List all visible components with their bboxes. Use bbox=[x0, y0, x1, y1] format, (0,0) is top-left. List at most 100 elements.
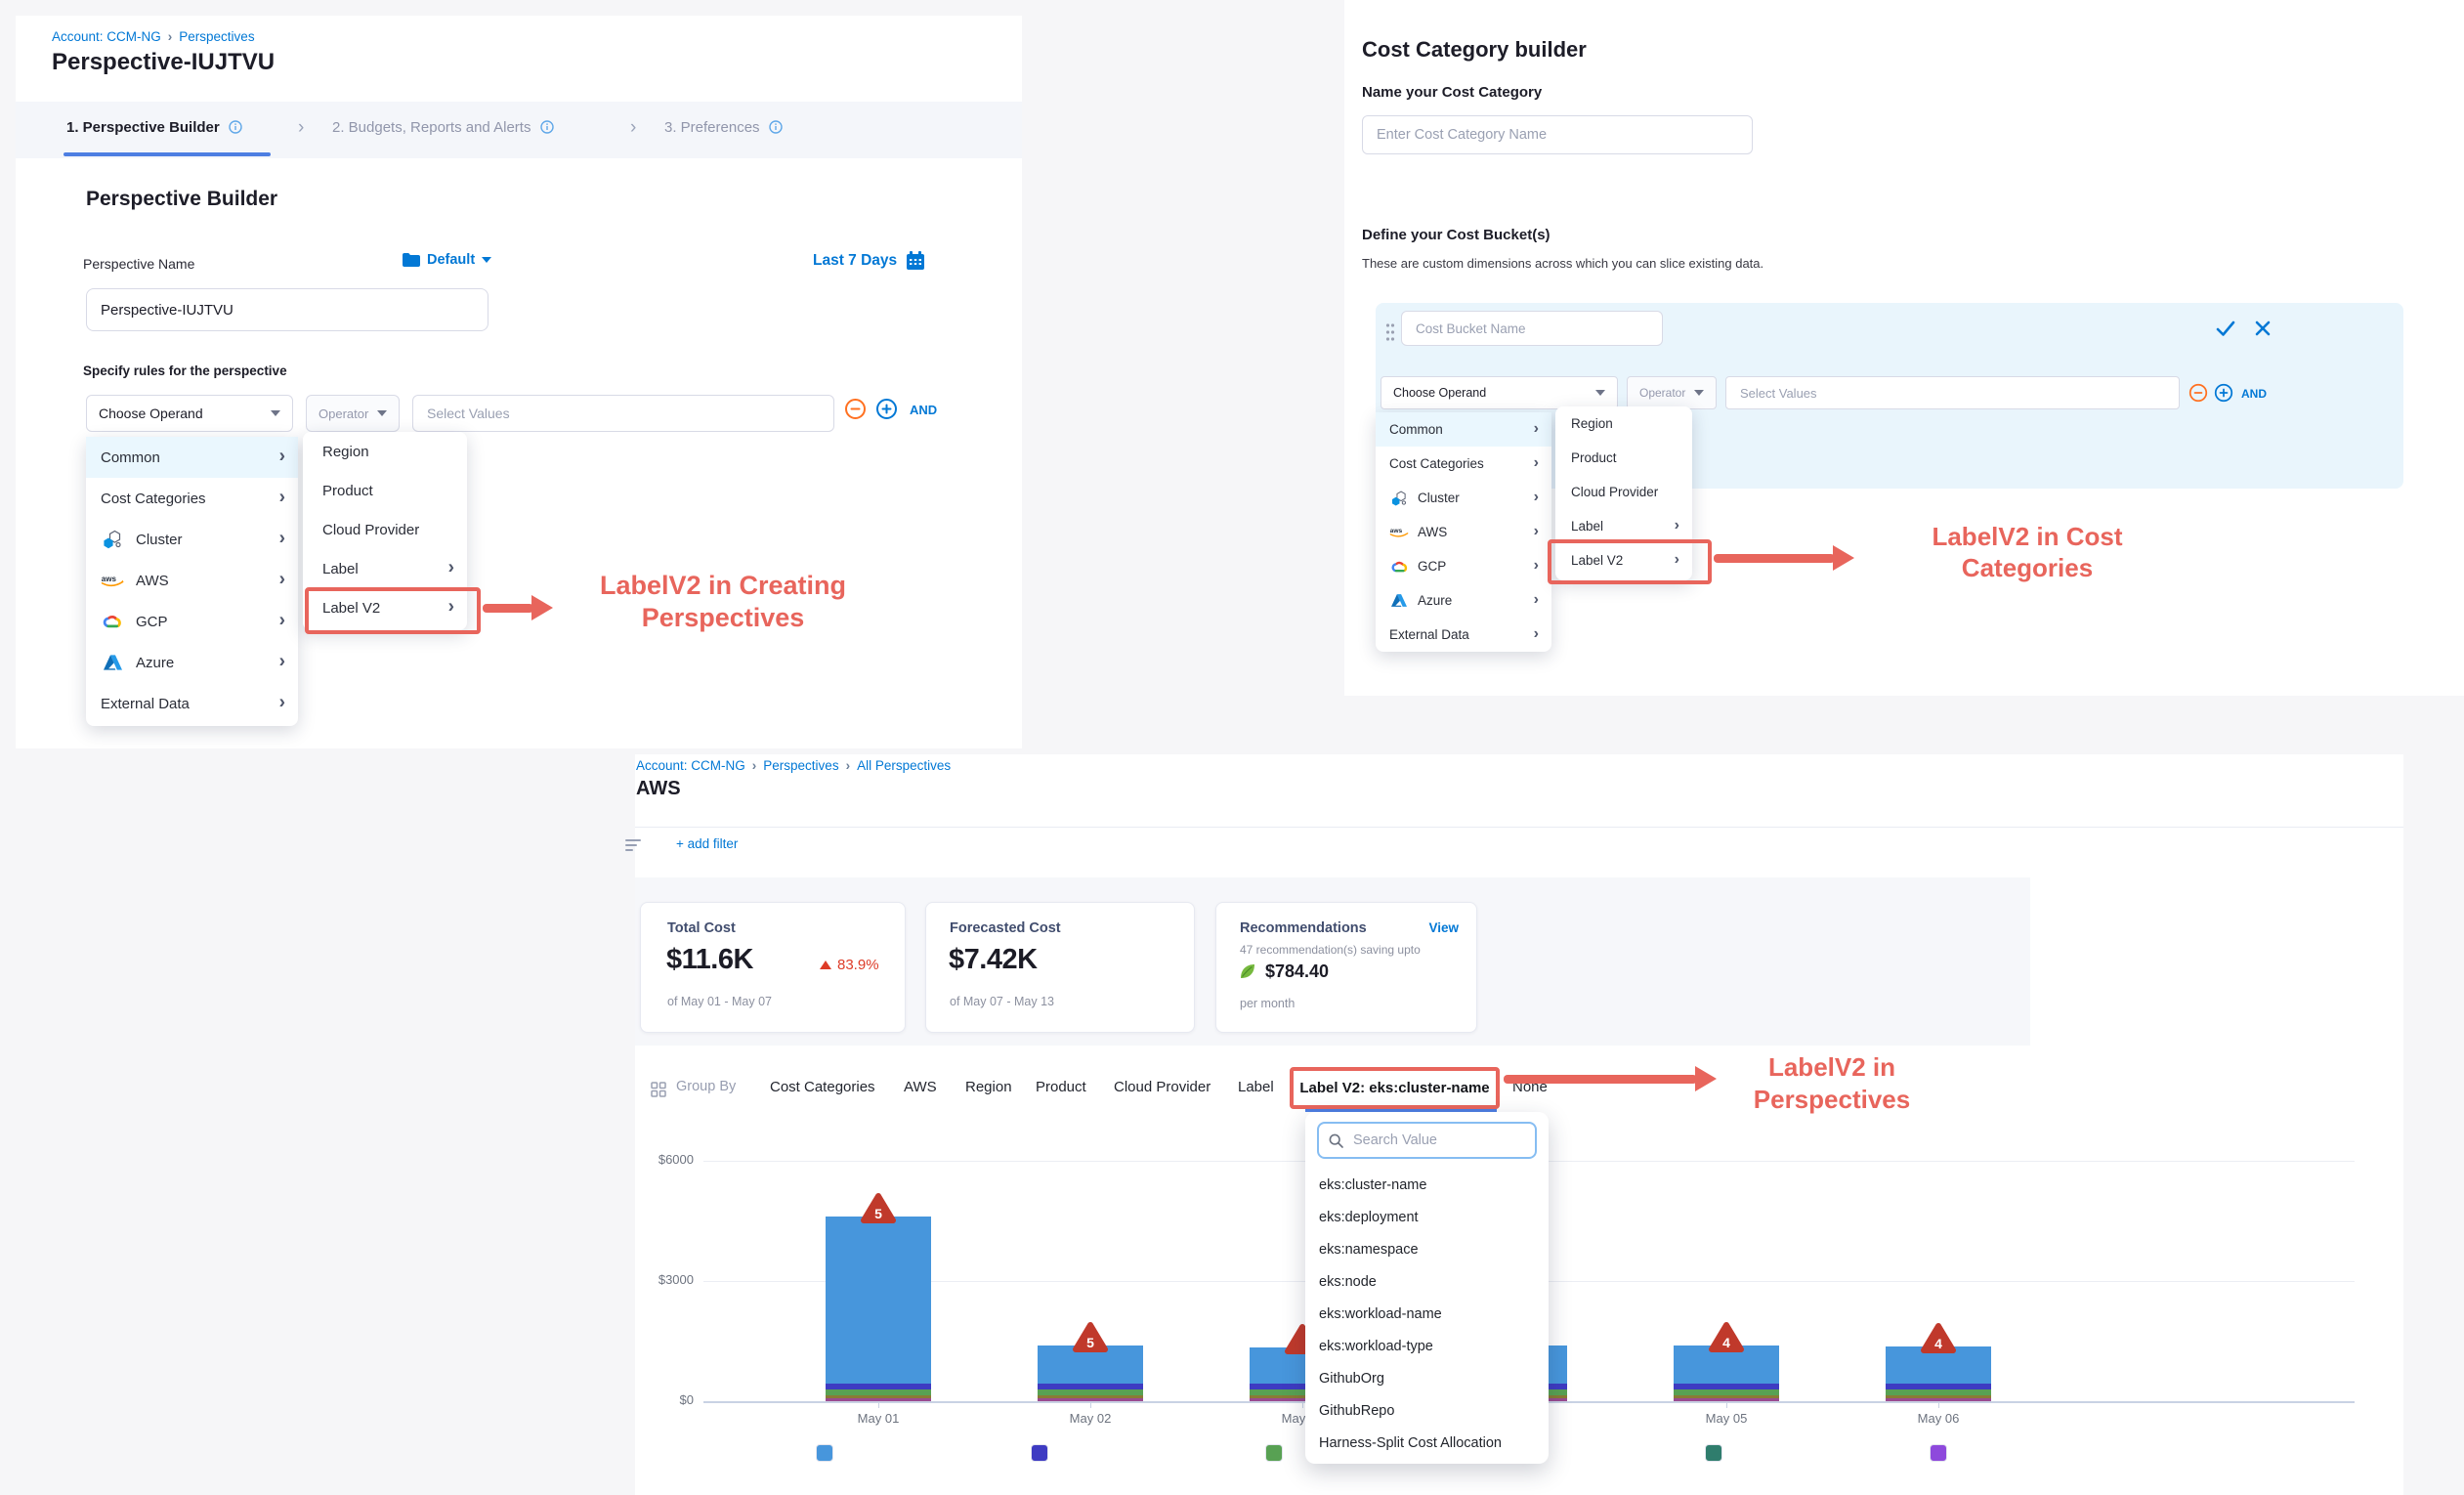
annotation-text: LabelV2 in Creating Perspectives bbox=[547, 570, 899, 634]
x-axis-tick bbox=[1090, 1401, 1091, 1408]
menu-item-gcp[interactable]: GCP› bbox=[86, 601, 298, 642]
menu-item-common[interactable]: Common› bbox=[1376, 412, 1551, 447]
annotation-text: LabelV2 in Cost Categories bbox=[1886, 521, 2169, 583]
annotation-line: Perspectives bbox=[1724, 1084, 1939, 1116]
menu-item-cluster[interactable]: Cluster› bbox=[1376, 481, 1551, 515]
submenu-item-label: Product bbox=[1571, 450, 1617, 465]
x-axis-tick-label: May 05 bbox=[1668, 1411, 1785, 1426]
dropdown-option[interactable]: eks:workload-type bbox=[1305, 1330, 1549, 1362]
submenu-item-label[interactable]: Label› bbox=[1555, 509, 1692, 543]
bar-segment[interactable] bbox=[1886, 1395, 1991, 1398]
legend-swatch[interactable] bbox=[1031, 1444, 1048, 1462]
menu-item-cost-categories[interactable]: Cost Categories › bbox=[1376, 447, 1551, 481]
menu-item-azure[interactable]: Azure› bbox=[86, 642, 298, 683]
menu-item-common[interactable]: Common› bbox=[86, 437, 298, 478]
menu-item-label: External Data bbox=[101, 696, 190, 712]
x-axis-tick bbox=[1726, 1401, 1727, 1408]
submenu-item-label: Cloud Provider bbox=[322, 522, 419, 538]
chevron-right-icon: › bbox=[448, 558, 454, 577]
menu-item-azure[interactable]: Azure› bbox=[1376, 583, 1551, 618]
submenu-item-cloud-provider[interactable]: Cloud Provider bbox=[1555, 475, 1692, 509]
submenu-item-label[interactable]: Label › bbox=[303, 549, 467, 588]
legend-swatch[interactable] bbox=[1930, 1444, 1947, 1462]
dropdown-option[interactable]: eks:cluster-name bbox=[1305, 1169, 1549, 1201]
menu-item-label: Cost Categories bbox=[1389, 456, 1484, 471]
menu-item-label: AWS bbox=[136, 573, 169, 589]
operand-menu: Common› Cost Categories› Cluster› aws AW… bbox=[1376, 412, 1551, 652]
menu-item-external-data[interactable]: External Data › bbox=[86, 683, 298, 724]
search-input[interactable] bbox=[1351, 1132, 1521, 1149]
bar-segment[interactable] bbox=[1886, 1384, 1991, 1389]
annotation-arrow bbox=[1714, 554, 1835, 563]
menu-item-external-data[interactable]: External Data› bbox=[1376, 618, 1551, 652]
anomaly-badge[interactable]: 5 bbox=[860, 1192, 897, 1224]
labelv2-highlight-box bbox=[1548, 539, 1712, 584]
submenu-item-cloud-provider[interactable]: Cloud Provider bbox=[303, 510, 467, 549]
chevron-right-icon: › bbox=[1534, 490, 1539, 505]
menu-item-aws[interactable]: aws AWS› bbox=[86, 560, 298, 601]
chevron-right-icon: › bbox=[1534, 524, 1539, 539]
menu-item-label: Common bbox=[1389, 422, 1443, 437]
annotation-arrow bbox=[1504, 1075, 1697, 1084]
submenu-item-product[interactable]: Product bbox=[303, 471, 467, 510]
submenu-item-label: Product bbox=[322, 483, 373, 499]
x-axis-tick bbox=[1302, 1401, 1303, 1408]
y-axis-tick-label: $6000 bbox=[625, 1152, 694, 1167]
group-by-label-v2-active[interactable]: Label V2: eks:cluster-name bbox=[1290, 1067, 1500, 1109]
gcp-icon bbox=[101, 614, 124, 629]
bar-segment[interactable] bbox=[826, 1389, 931, 1395]
bar-segment[interactable] bbox=[1674, 1395, 1779, 1398]
chevron-right-icon: › bbox=[1675, 518, 1679, 534]
gcp-icon bbox=[1389, 560, 1409, 574]
bar-segment[interactable] bbox=[1674, 1389, 1779, 1395]
bar-segment[interactable] bbox=[1886, 1389, 1991, 1395]
bar-segment[interactable] bbox=[826, 1384, 931, 1389]
legend-swatch[interactable] bbox=[1705, 1444, 1722, 1462]
chevron-right-icon: › bbox=[1534, 455, 1539, 471]
chevron-right-icon: › bbox=[279, 488, 285, 506]
dropdown-option[interactable]: GithubRepo bbox=[1305, 1394, 1549, 1427]
menu-item-cluster[interactable]: Cluster› bbox=[86, 519, 298, 560]
svg-text:aws: aws bbox=[102, 575, 117, 583]
operand-menu: Common› Cost Categories› Cluster› aws AW… bbox=[86, 437, 298, 726]
bar-segment[interactable] bbox=[1038, 1389, 1143, 1395]
bar-segment[interactable] bbox=[1038, 1384, 1143, 1389]
legend-swatch[interactable] bbox=[816, 1444, 833, 1462]
annotation-line: LabelV2 in Creating bbox=[547, 570, 899, 602]
anomaly-badge[interactable]: 4 bbox=[1920, 1322, 1957, 1354]
dropdown-option[interactable]: GithubOrg bbox=[1305, 1362, 1549, 1394]
anomaly-badge[interactable]: 4 bbox=[1708, 1321, 1745, 1353]
menu-item-label: External Data bbox=[1389, 627, 1469, 642]
annotation-arrow-head bbox=[1695, 1066, 1717, 1091]
annotation-line: LabelV2 in bbox=[1724, 1051, 1939, 1084]
bar-segment[interactable] bbox=[1674, 1384, 1779, 1389]
menu-item-cost-categories[interactable]: Cost Categories› bbox=[86, 478, 298, 519]
submenu-item-region[interactable]: Region bbox=[303, 432, 467, 471]
search-field[interactable] bbox=[1317, 1122, 1537, 1159]
chevron-right-icon: › bbox=[1534, 558, 1539, 574]
menu-item-label: GCP bbox=[136, 614, 168, 630]
bar-segment[interactable] bbox=[826, 1395, 931, 1398]
annotation-arrow bbox=[483, 604, 533, 613]
submenu-item-label: Cloud Provider bbox=[1571, 485, 1658, 499]
anomaly-badge[interactable]: 5 bbox=[1072, 1321, 1109, 1353]
legend-swatch[interactable] bbox=[1265, 1444, 1283, 1462]
y-axis-tick-label: $3000 bbox=[625, 1272, 694, 1287]
submenu-item-label: Label bbox=[322, 561, 359, 577]
chevron-right-icon: › bbox=[279, 693, 285, 711]
dropdown-option[interactable]: eks:namespace bbox=[1305, 1233, 1549, 1265]
bar[interactable] bbox=[826, 1217, 931, 1384]
dropdown-option[interactable]: Harness-Split Cost Allocation bbox=[1305, 1427, 1549, 1459]
menu-item-gcp[interactable]: GCP› bbox=[1376, 549, 1551, 583]
menu-item-aws[interactable]: aws AWS› bbox=[1376, 515, 1551, 549]
dropdown-option[interactable]: eks:deployment bbox=[1305, 1201, 1549, 1233]
dropdown-option[interactable]: eks:workload-name bbox=[1305, 1298, 1549, 1330]
annotation-line: LabelV2 in Cost bbox=[1886, 521, 2169, 552]
submenu-item-product[interactable]: Product bbox=[1555, 441, 1692, 475]
aws-icon: aws bbox=[101, 572, 124, 589]
annotation-line: Categories bbox=[1886, 552, 2169, 583]
submenu-item-region[interactable]: Region bbox=[1555, 406, 1692, 441]
bar-segment[interactable] bbox=[1038, 1395, 1143, 1398]
dropdown-option[interactable]: eks:node bbox=[1305, 1265, 1549, 1298]
menu-item-label: Cluster bbox=[136, 532, 183, 548]
